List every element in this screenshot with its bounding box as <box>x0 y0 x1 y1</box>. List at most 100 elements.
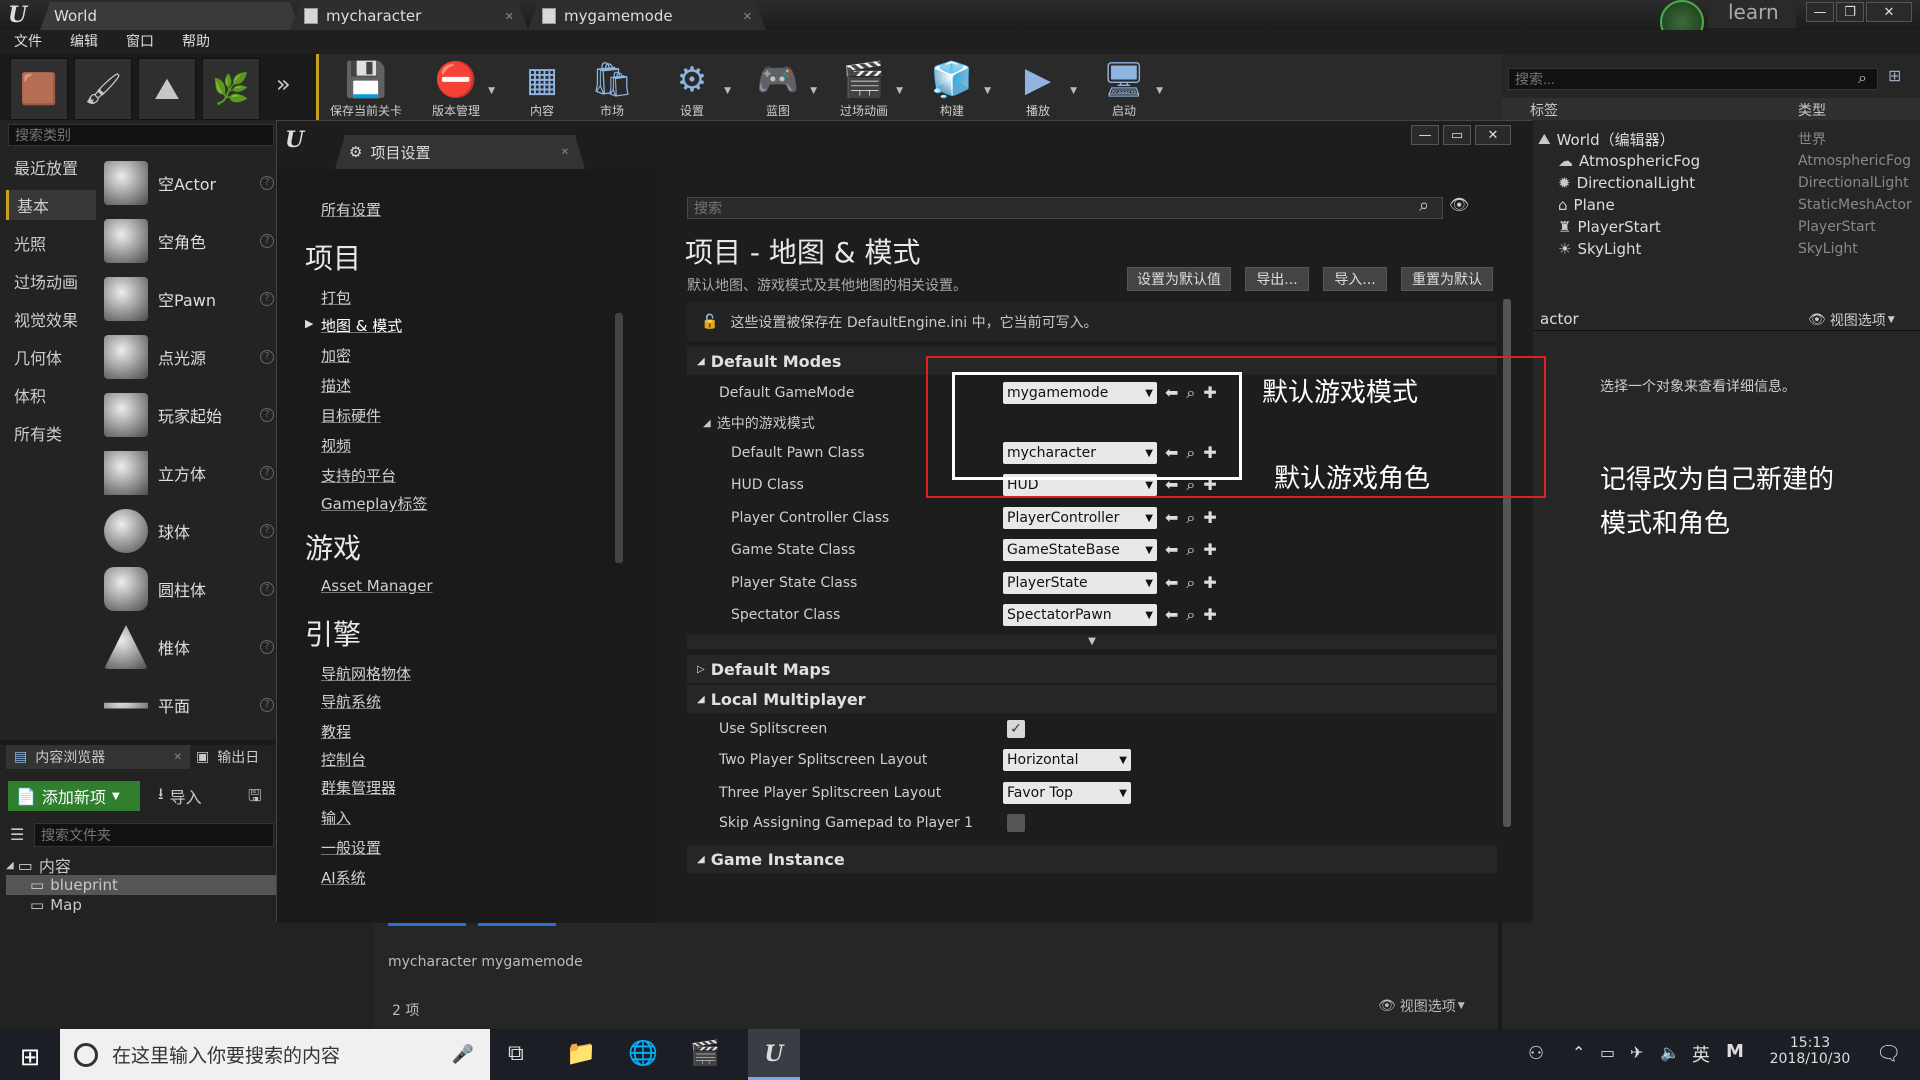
volume-icon[interactable]: 🔈 <box>1660 1043 1680 1062</box>
launch-button[interactable]: 🖥 启动 ▼ <box>1081 58 1167 120</box>
help-icon[interactable]: ? <box>260 234 274 248</box>
notifications-icon[interactable]: 🗨 <box>1876 1041 1901 1065</box>
place-mode-icon[interactable]: 🟫 <box>10 58 68 120</box>
player-controller-class-select[interactable]: PlayerController ▼ <box>1003 507 1157 529</box>
help-icon[interactable]: ? <box>260 698 274 712</box>
close-icon[interactable]: ✕ <box>561 147 569 158</box>
import-button[interactable]: ⭳ 导入 <box>158 783 230 809</box>
ime-mode-icon[interactable]: M <box>1726 1041 1744 1062</box>
nav-ai-system[interactable]: AI系统 <box>321 867 366 888</box>
view-options-button[interactable]: 👁 视图选项 ▼ <box>1378 996 1465 1016</box>
help-icon[interactable]: ? <box>260 176 274 190</box>
close-window-icon[interactable]: ✕ <box>1475 125 1511 145</box>
place-item-plane[interactable]: 平面? <box>104 678 274 732</box>
marketplace-button[interactable]: 🛍 市场 <box>569 58 655 120</box>
source-control-button[interactable]: ⛔ 版本管理 ▼ <box>413 58 499 120</box>
place-item-cylinder[interactable]: 圆柱体? <box>104 562 274 616</box>
minimize-icon[interactable]: — <box>1806 2 1834 22</box>
nav-scrollbar[interactable] <box>615 313 623 563</box>
spectator-class-select[interactable]: SpectatorPawn ▼ <box>1003 604 1157 626</box>
add-filter-icon[interactable]: ⊞ <box>1888 66 1901 85</box>
nav-description[interactable]: 描述 <box>321 375 351 396</box>
battery-icon[interactable]: ▭ <box>1600 1043 1615 1062</box>
folder-search-input[interactable] <box>34 823 274 847</box>
outliner-search-input[interactable] <box>1508 68 1878 90</box>
taskbar-search-box[interactable]: 在这里输入你要搜索的内容 🎤 <box>60 1029 490 1080</box>
help-icon[interactable]: ? <box>260 582 274 596</box>
folder-map[interactable]: ▭ Map <box>6 895 276 915</box>
close-window-icon[interactable]: ✕ <box>1866 2 1912 22</box>
nav-supported-platforms[interactable]: 支持的平台 <box>321 465 396 486</box>
category-cinematic[interactable]: 过场动画 <box>6 266 96 296</box>
tab-world[interactable]: World <box>40 2 300 30</box>
menu-help[interactable]: 帮助 <box>168 30 224 54</box>
tab-mygamemode[interactable]: mygamemode ✕ <box>528 2 766 30</box>
chevron-right-icon[interactable]: » <box>276 70 291 98</box>
tab-project-settings[interactable]: ⚙ 项目设置 ✕ <box>335 135 585 169</box>
export-button[interactable]: 导出... <box>1245 267 1309 291</box>
place-item-cube[interactable]: 立方体? <box>104 446 274 500</box>
save-level-button[interactable]: 💾 保存当前关卡 <box>323 58 409 120</box>
people-icon[interactable]: ⚇ <box>1528 1043 1544 1064</box>
menu-edit[interactable]: 编辑 <box>56 30 112 54</box>
help-icon[interactable]: ? <box>260 292 274 306</box>
nav-tutorials[interactable]: 教程 <box>321 721 351 742</box>
three-player-layout-select[interactable]: Favor Top ▼ <box>1003 782 1131 804</box>
airplane-mode-icon[interactable]: ✈ <box>1630 1043 1643 1062</box>
dropdown-arrow-icon[interactable]: ▼ <box>1070 86 1077 96</box>
nav-input[interactable]: 输入 <box>321 807 351 828</box>
browse-icon[interactable]: ⌕ <box>1186 540 1195 560</box>
player-state-class-select[interactable]: PlayerState ▼ <box>1003 572 1157 594</box>
nav-general-settings[interactable]: 一般设置 <box>321 837 381 858</box>
ime-language[interactable]: 英 <box>1692 1041 1710 1067</box>
nav-target-hardware[interactable]: 目标硬件 <box>321 405 381 426</box>
category-search-input[interactable] <box>8 124 274 146</box>
tab-output-log[interactable]: ▣ 输出日 <box>196 745 276 769</box>
add-icon[interactable]: ✚ <box>1203 573 1216 593</box>
type-column-header[interactable]: 类型 <box>1798 100 1826 120</box>
section-local-multiplayer[interactable]: ◢ Local Multiplayer <box>687 685 1497 713</box>
folder-blueprint[interactable]: ▭ blueprint <box>6 875 276 895</box>
help-icon[interactable]: ? <box>260 524 274 538</box>
advanced-expand-icon[interactable]: ▼ <box>687 635 1497 649</box>
close-icon[interactable]: ✕ <box>743 10 752 23</box>
add-icon[interactable]: ✚ <box>1203 508 1216 528</box>
file-explorer-icon[interactable]: 📁 <box>566 1039 596 1067</box>
place-item-point-light[interactable]: 点光源? <box>104 330 274 384</box>
nav-movies[interactable]: 视频 <box>321 435 351 456</box>
nav-gameplay-tags[interactable]: Gameplay标签 <box>321 493 427 514</box>
help-icon[interactable]: ? <box>260 350 274 364</box>
dropdown-arrow-icon[interactable]: ▼ <box>724 86 731 96</box>
menu-window[interactable]: 窗口 <box>112 30 168 54</box>
browse-icon[interactable]: ⌕ <box>1186 508 1195 528</box>
import-settings-button[interactable]: 导入... <box>1323 267 1387 291</box>
category-recent[interactable]: 最近放置 <box>6 152 96 182</box>
task-view-icon[interactable]: ⧉ <box>508 1041 524 1066</box>
help-icon[interactable]: ? <box>260 466 274 480</box>
windows-start-icon[interactable]: ⊞ <box>20 1043 40 1071</box>
nav-navigation-system[interactable]: 导航系统 <box>321 691 381 712</box>
tab-content-browser[interactable]: ▤ 内容浏览器 ✕ <box>6 745 190 769</box>
play-button[interactable]: ▶ 播放 ▼ <box>995 58 1081 120</box>
dropdown-arrow-icon[interactable]: ▼ <box>984 86 991 96</box>
category-lights[interactable]: 光照 <box>6 228 96 258</box>
video-editor-icon[interactable]: 🎬 <box>690 1039 720 1067</box>
cinematics-button[interactable]: 🎬 过场动画 ▼ <box>821 58 907 120</box>
skip-gamepad-checkbox[interactable] <box>1007 814 1025 832</box>
tab-mycharacter[interactable]: mycharacter ✕ <box>290 2 528 30</box>
nav-navigation-mesh[interactable]: 导航网格物体 <box>321 663 411 684</box>
settings-button[interactable]: ⚙ 设置 ▼ <box>649 58 735 120</box>
microphone-icon[interactable]: 🎤 <box>452 1044 474 1065</box>
build-button[interactable]: 🧊 构建 ▼ <box>909 58 995 120</box>
close-icon[interactable]: ✕ <box>174 752 182 763</box>
add-icon[interactable]: ✚ <box>1203 540 1216 560</box>
dropdown-arrow-icon[interactable]: ▼ <box>896 86 903 96</box>
use-selected-icon[interactable]: ⬅ <box>1165 508 1178 528</box>
clock[interactable]: 15:13 2018/10/30 <box>1768 1035 1852 1067</box>
use-selected-icon[interactable]: ⬅ <box>1165 605 1178 625</box>
place-item-empty-actor[interactable]: 空Actor? <box>104 156 274 210</box>
dropdown-arrow-icon[interactable]: ▼ <box>810 86 817 96</box>
nav-maps-modes[interactable]: 地图 & 模式 <box>321 315 402 336</box>
outliner-view-options-button[interactable]: 👁 视图选项 ▼ <box>1808 310 1895 330</box>
nav-packaging[interactable]: 打包 <box>321 287 351 308</box>
